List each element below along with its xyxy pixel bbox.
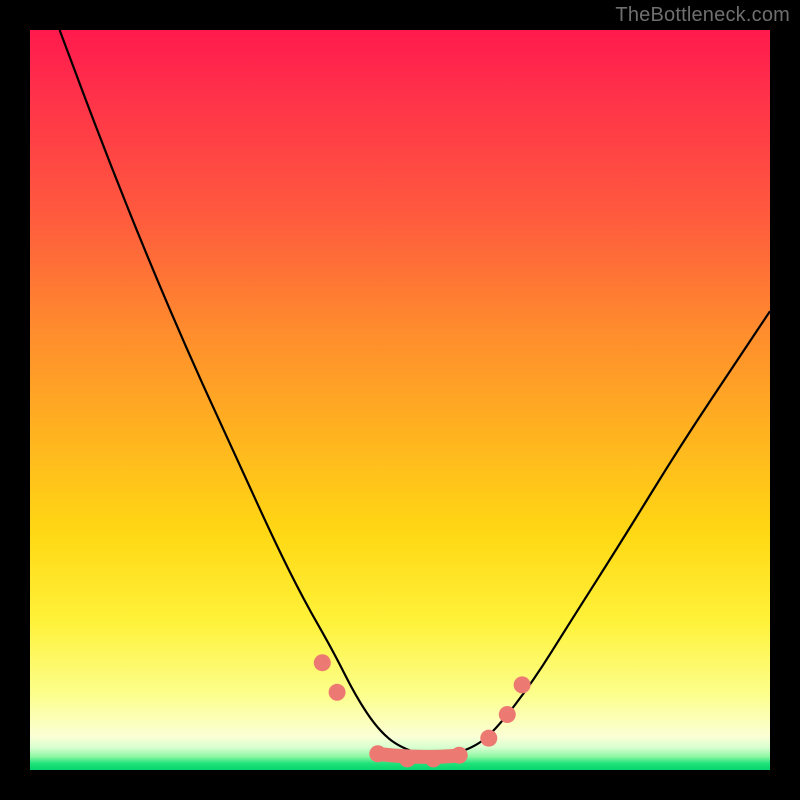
plot-area — [30, 30, 770, 770]
marker-dot — [480, 730, 497, 747]
marker-dot — [514, 676, 531, 693]
chart-frame: TheBottleneck.com — [0, 0, 800, 800]
marker-dot — [314, 654, 331, 671]
marker-dot — [499, 706, 516, 723]
watermark-text: TheBottleneck.com — [615, 4, 790, 27]
marker-dot — [329, 684, 346, 701]
marker-dot — [425, 750, 442, 767]
marker-dot — [399, 750, 416, 767]
marker-dot — [369, 745, 386, 762]
chart-svg — [30, 30, 770, 770]
bottleneck-curve — [60, 30, 770, 756]
marker-dot — [451, 747, 468, 764]
valley-highlight — [378, 754, 459, 757]
